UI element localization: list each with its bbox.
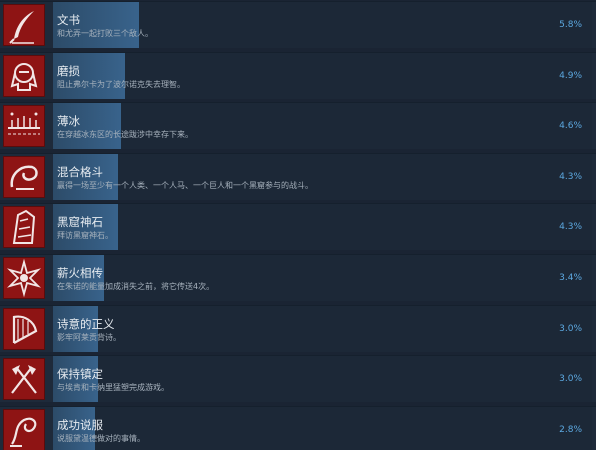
sun-star-icon — [3, 257, 45, 299]
unlock-percentage: 5.8% — [559, 20, 582, 30]
achievement-list: 文书和尤弄一起打败三个敌人。 5.8% 磨损 阻止弗尔卡为了波尔诺克失去理智。 4.9%… — [0, 0, 596, 450]
achievement-body: 薪火相传在朱诺的能量加成消失之前，将它传送4次。 3.4% — [53, 255, 592, 301]
unlock-percentage: 4.3% — [559, 171, 582, 182]
ice-crossing-icon — [3, 105, 45, 148]
achievement-body: 成功说服 说服黛温德做对的事情。 2.8% — [53, 406, 592, 450]
achievement-body: 保持镇定 与埃肯和卡纳里猛塑完成游戏。 3.0% — [53, 356, 592, 403]
persuasion-icon — [3, 408, 45, 450]
quill-icon — [3, 4, 45, 46]
achievement-title: 诗意的正义 — [57, 316, 115, 331]
achievement-title: 保持镇定 — [57, 367, 103, 382]
unlock-percentage: 3.0% — [559, 374, 582, 385]
achievement-title: 薄冰 — [57, 114, 80, 129]
helmet-icon — [3, 54, 45, 97]
achievement-row: 文书和尤弄一起打败三个敌人。 5.8% — [0, 1, 596, 48]
achievement-description: 与埃肯和卡纳里猛塑完成游戏。 — [57, 383, 169, 393]
achievement-row: 薪火相传在朱诺的能量加成消失之前，将它传送4次。 3.4% — [0, 254, 596, 301]
achievement-body: 诗意的正义 影牢阿莱贡背诗。 3.0% — [53, 305, 592, 352]
achievement-description: 在穿越冰东区的长途跋涉中幸存下来。 — [57, 130, 193, 140]
achievement-description: 在朱诺的能量加成消失之前，将它传送4次。 — [57, 282, 215, 291]
unlock-percentage: 3.0% — [559, 323, 582, 334]
achievement-row: 薄冰 在穿越冰东区的长途跋涉中幸存下来。 4.6% — [0, 102, 596, 150]
achievement-body: 磨损 阻止弗尔卡为了波尔诺克失去理智。 4.9% — [53, 52, 592, 99]
achievement-title: 黑窟神石 — [57, 215, 103, 230]
unlock-percentage: 4.6% — [559, 121, 582, 132]
achievement-description: 阻止弗尔卡为了波尔诺克失去理智。 — [57, 79, 185, 89]
achievement-title: 薪火相传 — [57, 266, 103, 280]
achievement-row: 黑窟神石 拜访黑窟神石。 4.3% — [0, 203, 596, 251]
achievement-row: 混合格斗 赢得一场至少有一个人类、一个人马、一个巨人和一个黑窟参与的战斗。 4.3% — [0, 152, 596, 200]
achievement-title: 磨损 — [57, 63, 80, 78]
achievement-description: 拜访黑窟神石。 — [57, 231, 113, 241]
godstone-icon — [3, 206, 45, 249]
unlock-percentage: 4.9% — [559, 70, 582, 81]
achievement-row: 成功说服 说服黛温德做对的事情。 2.8% — [0, 405, 596, 450]
harp-icon — [3, 307, 45, 350]
achievement-description: 影牢阿莱贡背诗。 — [57, 332, 121, 342]
achievement-row: 保持镇定 与埃肯和卡纳里猛塑完成游戏。 3.0% — [0, 355, 596, 403]
unlock-percentage: 4.3% — [559, 222, 582, 233]
achievement-body: 混合格斗 赢得一场至少有一个人类、一个人马、一个巨人和一个黑窟参与的战斗。 4.3% — [53, 153, 592, 200]
achievement-title: 成功说服 — [57, 417, 103, 432]
achievement-row: 诗意的正义 影牢阿莱贡背诗。 3.0% — [0, 304, 596, 352]
achievement-body: 文书和尤弄一起打败三个敌人。 5.8% — [53, 2, 592, 48]
swirl-hand-icon — [3, 155, 45, 198]
achievement-description: 说服黛温德做对的事情。 — [57, 433, 145, 443]
unlock-percentage: 2.8% — [559, 424, 582, 435]
achievement-body: 薄冰 在穿越冰东区的长途跋涉中幸存下来。 4.6% — [53, 103, 592, 150]
achievement-row: 磨损 阻止弗尔卡为了波尔诺克失去理智。 4.9% — [0, 51, 596, 99]
achievement-title: 文书 — [57, 13, 80, 27]
unlock-percentage: 3.4% — [559, 273, 582, 283]
achievement-description: 赢得一场至少有一个人类、一个人马、一个巨人和一个黑窟参与的战斗。 — [57, 180, 313, 190]
axes-icon — [3, 358, 45, 401]
achievement-title: 混合格斗 — [57, 164, 103, 179]
achievement-description: 和尤弄一起打败三个敌人。 — [57, 29, 153, 38]
achievement-body: 黑窟神石 拜访黑窟神石。 4.3% — [53, 204, 592, 251]
